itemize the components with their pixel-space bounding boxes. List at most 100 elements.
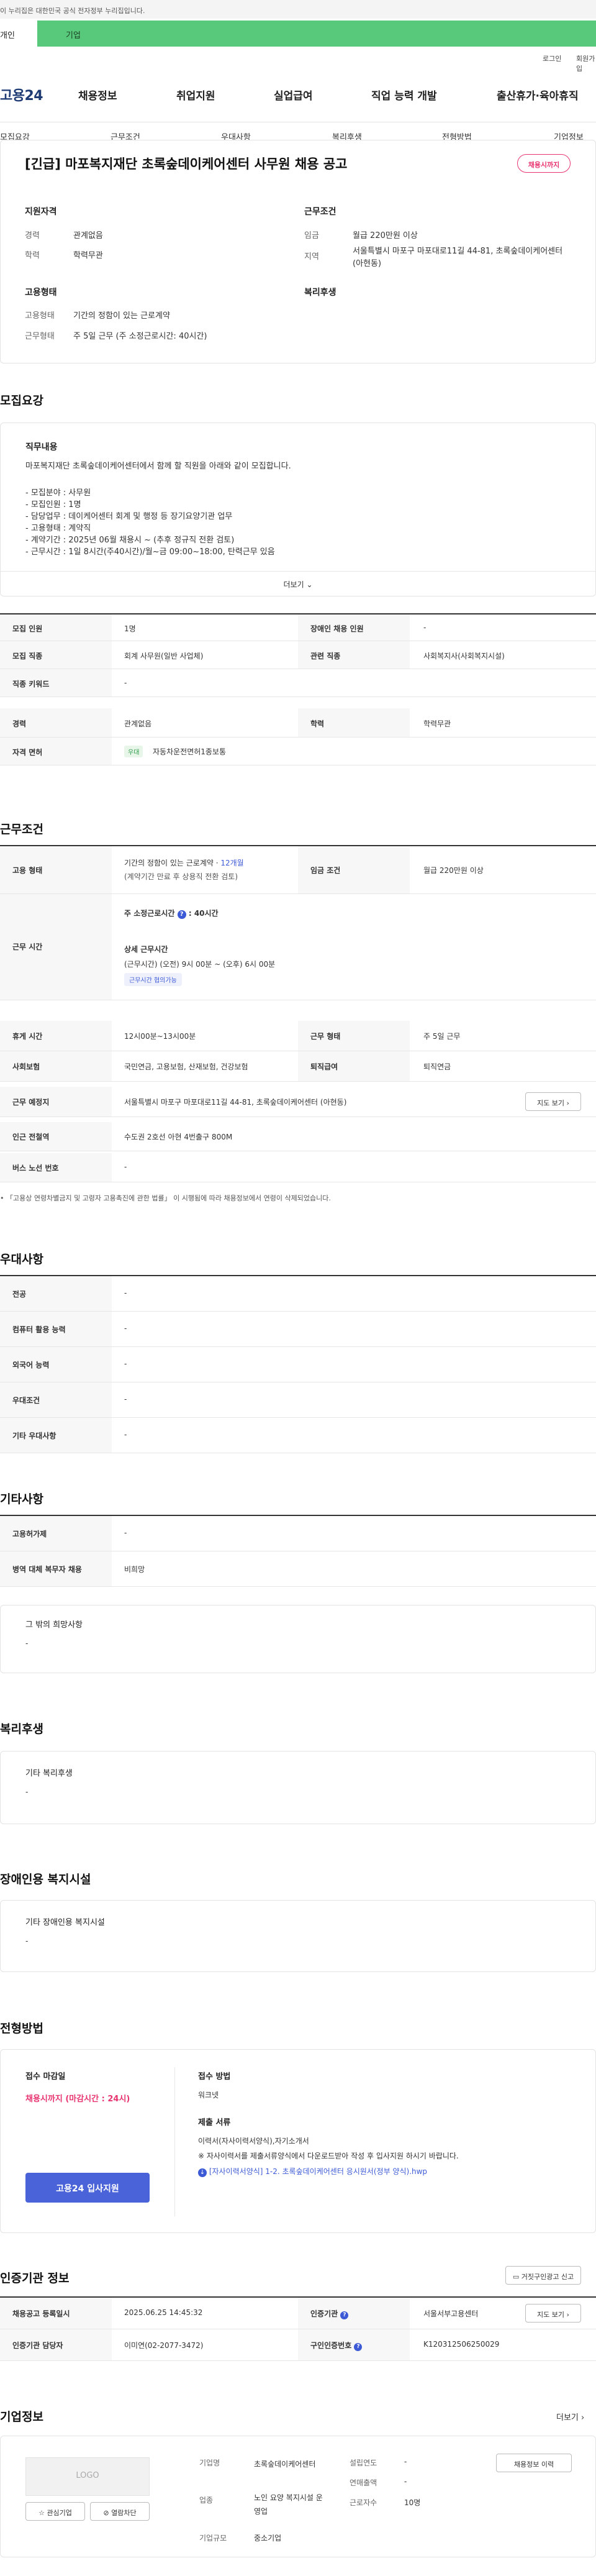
disability-value: - [25,1937,29,1945]
deadline-label: 접수 마감일 [25,2072,66,2081]
login-link[interactable]: 로그인 [543,53,561,63]
map-button[interactable]: 지도 보기 › [525,1092,581,1111]
emp-type-value: 기간의 정함이 있는 근로계약 · [124,859,221,867]
column-divider [174,2067,175,2216]
duty-line: - 고용형태 : 계약직 [25,524,91,533]
table-header: 퇴직급여 [298,1051,410,1081]
job-history-button[interactable]: 채용정보 이력 [496,2454,572,2472]
welfare-section-title: 복리후생 [0,1722,43,1736]
table-header: 컴퓨터 활용 능력 [0,1312,112,1346]
nav-job-info[interactable]: 채용정보 [78,87,117,103]
favorite-company-button[interactable]: ☆ 관심기업 [25,2502,85,2521]
work-form-label: 근무형태 [25,332,55,341]
duty-card: 직무내용 마포복지재단 초록숲데이케어센터에서 함께 할 직원을 아래와 같이 … [0,422,596,596]
company-size-value: 중소기업 [254,2534,282,2542]
detail-hours-value: (근무시간) (오전) 9시 00분 ~ (오후) 6시 00분 [124,960,276,969]
cert-org-label: 인증기관 [310,2309,338,2318]
table-header: 자격 면허 [0,738,112,765]
job-title: [긴급] 마포복지재단 초록숲데이케어센터 사무원 채용 공고 [25,157,348,171]
table-header: 고용 형태 [0,846,112,893]
report-button-label: 거짓구인광고 신고 [521,2273,574,2281]
table-header: 버스 노선 번호 [0,1153,112,1182]
recruit-section-title: 모집요강 [0,394,43,408]
user-type-tabs: 개인 기업 [0,21,596,47]
info-icon[interactable]: ? [354,2343,363,2351]
reg-date-value: 2025.06.25 14:45:32 [124,2308,203,2317]
duty-line: - 모집인원 : 1명 [25,500,81,509]
break-value: 12시00분~13시00분 [124,1032,196,1041]
detail-hours-heading: 상세 근무시간 [124,945,168,954]
wage-label: 임금 [304,231,319,240]
industry-value: 노인 요양 복지시설 운영업 [254,2493,323,2516]
cert-no-value: K120312506250029 [423,2340,500,2349]
more-button[interactable]: 더보기 ⌄ [1,571,595,596]
report-fake-ad-button[interactable]: ▭ 거짓구인광고 신고 [505,2266,581,2285]
region-label: 지역 [304,252,319,262]
table-cell: - [124,1528,127,1537]
table-header: 인근 전철역 [0,1122,112,1151]
preferred-tag: 우대 [124,746,143,757]
region-value: 서울특별시 마포구 마포대로11길 44-81, 초록숲데이케어센터 (아현동) [353,247,563,268]
apply-button[interactable]: 고용24 입사지원 [25,2173,150,2203]
table-header: 경력 [0,708,112,737]
selection-card: 접수 마감일 채용시까지 (마감시간 : 24시) 고용24 입사지원 접수 방… [0,2049,596,2233]
table-header: 사회보험 [0,1051,112,1081]
conditions-heading: 근무조건 [304,207,336,217]
cert-map-button[interactable]: 지도 보기 › [525,2304,581,2323]
company-more-label: 더보기 [556,2413,579,2423]
row-divider [0,1081,596,1082]
employees-label: 근로자수 [350,2498,377,2507]
table-cell: 1명 [124,624,136,633]
gov-notice-bar: 이 누리집은 대한민국 공식 전자정부 누리집입니다. [0,0,596,19]
company-section-title: 기업정보 [0,2410,43,2424]
table-cell: 학력무관 [423,719,451,728]
emp-type-cell: 기간의 정함이 있는 근로계약 · 12개월 [124,857,244,868]
nav-unemployment-benefit[interactable]: 실업급여 [274,87,313,103]
nav-employment-support[interactable]: 취업지원 [176,87,215,103]
info-icon[interactable]: ? [177,910,186,919]
chevron-right-icon: › [566,1099,569,1107]
tab-person[interactable]: 개인 [0,21,37,47]
table-header: 전공 [0,1276,112,1311]
nav-vocational-training[interactable]: 직업 능력 개발 [371,87,437,103]
employment-heading: 고용형태 [25,288,57,298]
nav-parental-leave[interactable]: 출산휴가·육아휴직 [497,87,579,103]
chevron-down-icon: ⌄ [306,580,313,589]
info-icon[interactable]: ? [340,2311,349,2319]
age-footnote-text: 「고용상 연령차별금지 및 고령자 고용촉진에 관한 법률」 이 시행됨에 따라… [6,1194,331,1202]
company-more-link[interactable]: 더보기 › [556,2411,584,2423]
star-icon: ☆ [38,2509,45,2517]
download-icon: ↓ [198,2168,207,2177]
work-form-value: 주 5일 근무 (주 소정근로시간: 40시간) [73,332,207,341]
table-header: 근무 형태 [298,1021,410,1051]
company-card: LOGO ☆ 관심기업 ⊘ 열람차단 기업명 초록숲데이케어센터 업종 노인 요… [0,2436,596,2557]
method-value: 워크넷 [198,2091,219,2099]
duty-line: - 근무시간 : 1일 8시간(주40시간)/월~금 09:00~18:00, … [25,547,275,557]
company-name-label: 기업명 [199,2459,220,2467]
weekly-hours-label: 주 소정근로시간 [124,909,175,918]
duty-line: - 담당업무 : 데이케어센터 회계 및 행정 등 장기요양기관 업무 [25,512,233,521]
resume-file-link[interactable]: ↓ [자사이력서양식] 1-2. 초록숲데이케어센터 응시원서(정부 양식).h… [198,2166,427,2177]
welfare-heading: 복리후생 [304,288,336,298]
disability-section-title: 장애인용 복지시설 [0,1873,91,1886]
career-value: 관계없음 [73,231,103,240]
career-label: 경력 [25,231,40,240]
favorite-label: 관심기업 [47,2509,72,2517]
revenue-value: - [404,2477,407,2486]
disability-card: 기타 장애인용 복지시설 - [0,1900,596,1972]
join-link[interactable]: 회원가입 [576,53,596,73]
tab-company-label: 기업 [66,31,81,40]
welfare-value: - [25,1788,29,1796]
company-size-label: 기업규모 [199,2534,227,2542]
table-header: 모집 직종 [0,641,112,669]
tab-company[interactable]: 기업 [37,21,596,47]
weekly-hours: 주 소정근로시간 ? : 40시간 [124,908,219,919]
block-company-button[interactable]: ⊘ 열람차단 [90,2502,150,2521]
table-cell: - [124,1359,127,1368]
row-divider [0,1586,596,1587]
table-header: 구인인증번호 ? [298,2329,410,2360]
site-logo[interactable]: 고용24 [0,84,43,104]
emp-type-note: (계약기간 만료 후 상용직 전환 검토) [124,872,238,881]
age-footnote: • 「고용상 연령차별금지 및 고령자 고용촉진에 관한 법률」 이 시행됨에 … [0,1194,331,1202]
table-cell: - [124,1395,127,1404]
